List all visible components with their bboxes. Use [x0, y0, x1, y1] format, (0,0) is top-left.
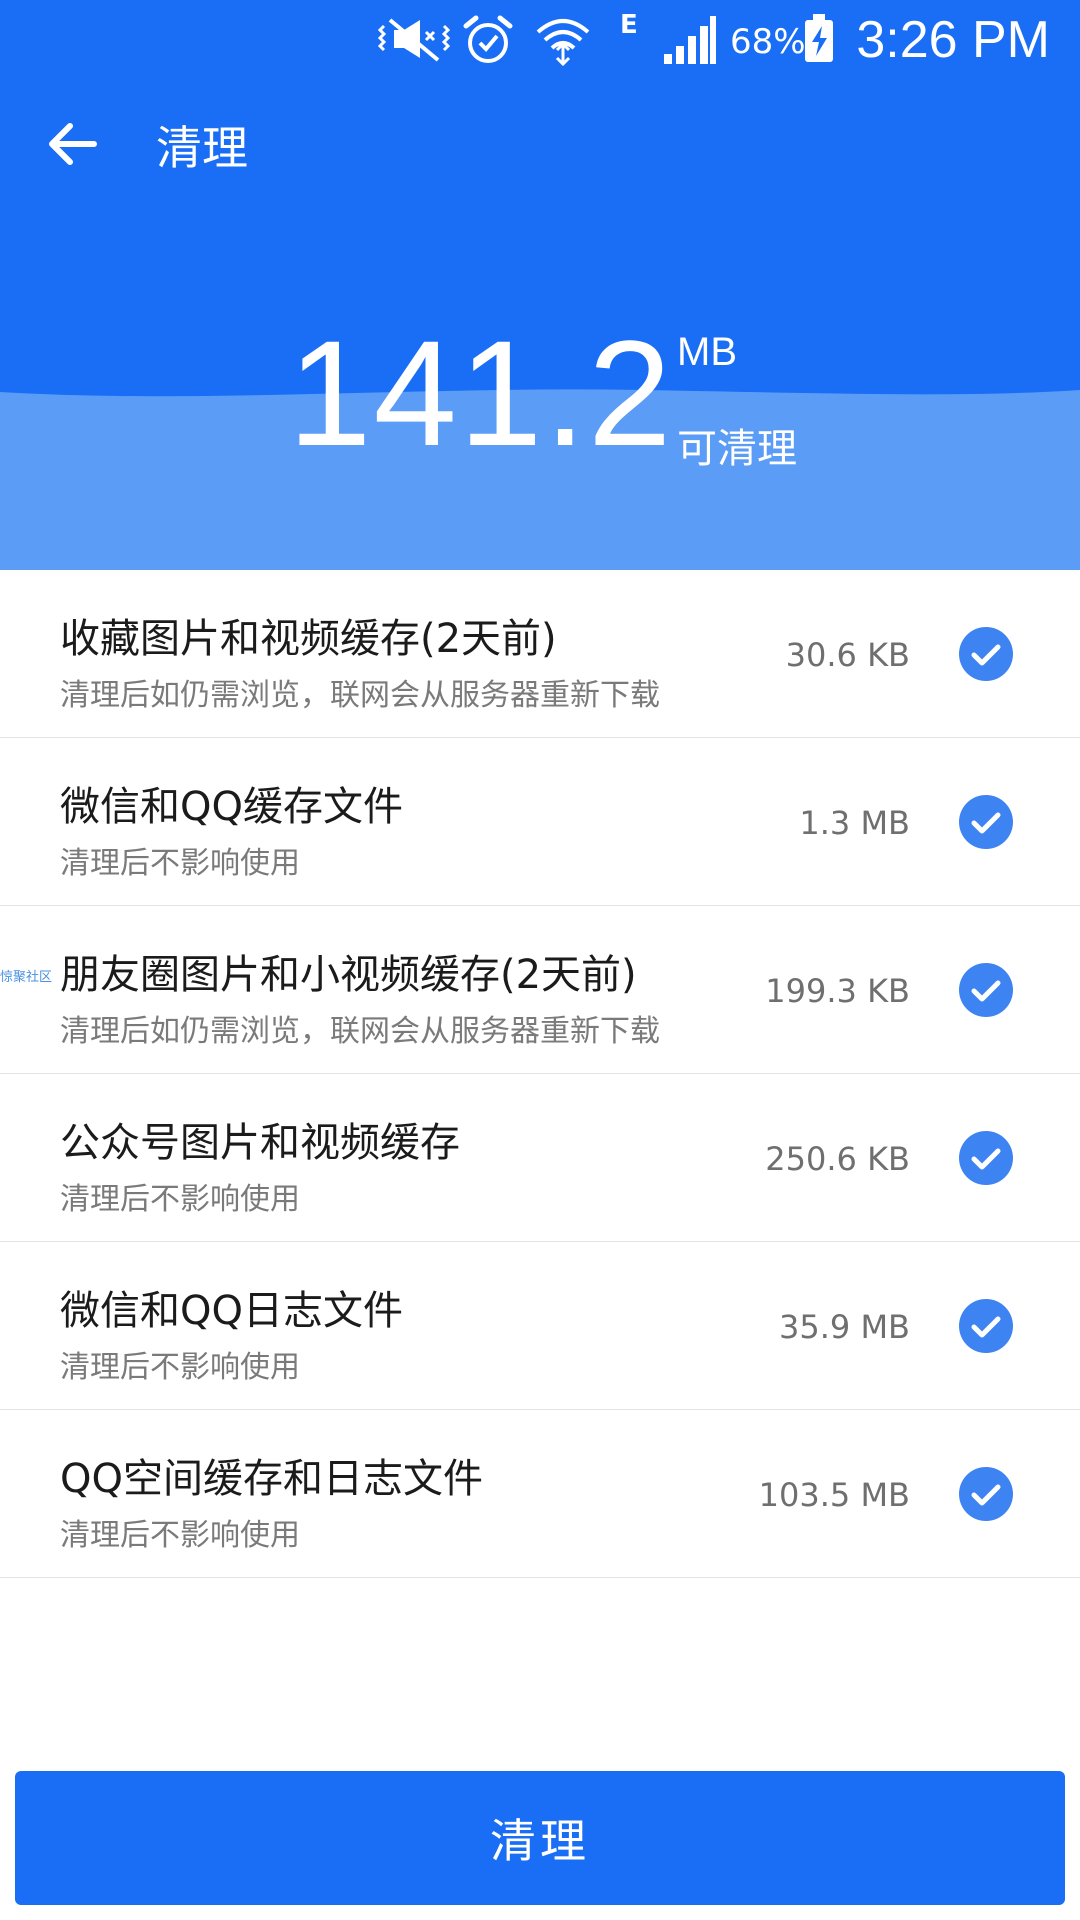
check-circle-icon[interactable] — [958, 626, 1014, 682]
status-bar: E 68% 3:26 PM — [0, 0, 1080, 80]
item-title: 朋友圈图片和小视频缓存(2天前) — [60, 952, 637, 998]
check-circle-icon[interactable] — [958, 1466, 1014, 1522]
item-description: 清理后如仍需浏览，联网会从服务器重新下载 — [60, 678, 660, 713]
item-title: 收藏图片和视频缓存(2天前) — [60, 616, 557, 662]
check-circle-icon[interactable] — [958, 794, 1014, 850]
item-size: 103.5 MB — [758, 1476, 910, 1514]
wave-background — [0, 389, 1080, 570]
list-item[interactable]: 收藏图片和视频缓存(2天前) 清理后如仍需浏览，联网会从服务器重新下载 30.6… — [0, 570, 1080, 738]
page-title: 清理 — [156, 121, 248, 175]
clean-button[interactable]: 清理 — [15, 1771, 1065, 1905]
watermark-text: 惊聚社区 — [0, 970, 53, 985]
cleanable-label: 可清理 — [677, 426, 797, 472]
check-circle-icon[interactable] — [958, 1298, 1014, 1354]
item-description: 清理后不影响使用 — [60, 1518, 300, 1553]
arrow-left-icon[interactable] — [44, 116, 100, 172]
battery-charging-icon — [805, 14, 833, 62]
item-title: 微信和QQ日志文件 — [60, 1288, 403, 1334]
check-circle-icon[interactable] — [958, 962, 1014, 1018]
list-item[interactable]: 惊聚社区 朋友圈图片和小视频缓存(2天前) 清理后如仍需浏览，联网会从服务器重新… — [0, 906, 1080, 1074]
item-description: 清理后不影响使用 — [60, 1182, 300, 1217]
item-description: 清理后不影响使用 — [60, 1350, 300, 1385]
list-item[interactable]: 微信和QQ日志文件 清理后不影响使用 35.9 MB — [0, 1242, 1080, 1410]
item-size: 30.6 KB — [785, 636, 910, 674]
item-title: QQ空间缓存和日志文件 — [60, 1456, 483, 1502]
cache-item-list: 收藏图片和视频缓存(2天前) 清理后如仍需浏览，联网会从服务器重新下载 30.6… — [0, 570, 1080, 1578]
item-title: 公众号图片和视频缓存 — [60, 1120, 460, 1166]
battery-percentage: 68% — [730, 22, 806, 62]
item-description: 清理后不影响使用 — [60, 846, 300, 881]
wifi-icon — [536, 19, 590, 66]
item-size: 250.6 KB — [765, 1140, 910, 1178]
item-size: 35.9 MB — [779, 1308, 910, 1346]
list-item[interactable]: QQ空间缓存和日志文件 清理后不影响使用 103.5 MB — [0, 1410, 1080, 1578]
list-item[interactable]: 公众号图片和视频缓存 清理后不影响使用 250.6 KB — [0, 1074, 1080, 1242]
list-item[interactable]: 微信和QQ缓存文件 清理后不影响使用 1.3 MB — [0, 738, 1080, 906]
check-circle-icon[interactable] — [958, 1130, 1014, 1186]
signal-icon — [664, 16, 716, 64]
item-description: 清理后如仍需浏览，联网会从服务器重新下载 — [60, 1014, 660, 1049]
alarm-icon — [463, 15, 513, 63]
item-size: 199.3 KB — [765, 972, 910, 1010]
summary-header: E 68% 3:26 PM 清理 141.2 MB 可清理 — [0, 0, 1080, 570]
vibrate-icon — [378, 18, 450, 62]
cleanable-unit: MB — [677, 330, 737, 374]
status-clock: 3:26 PM — [856, 11, 1050, 69]
item-size: 1.3 MB — [799, 804, 910, 842]
cleanable-amount: 141.2 — [288, 309, 674, 477]
item-title: 微信和QQ缓存文件 — [60, 784, 403, 830]
network-type-icon: E — [620, 10, 638, 40]
